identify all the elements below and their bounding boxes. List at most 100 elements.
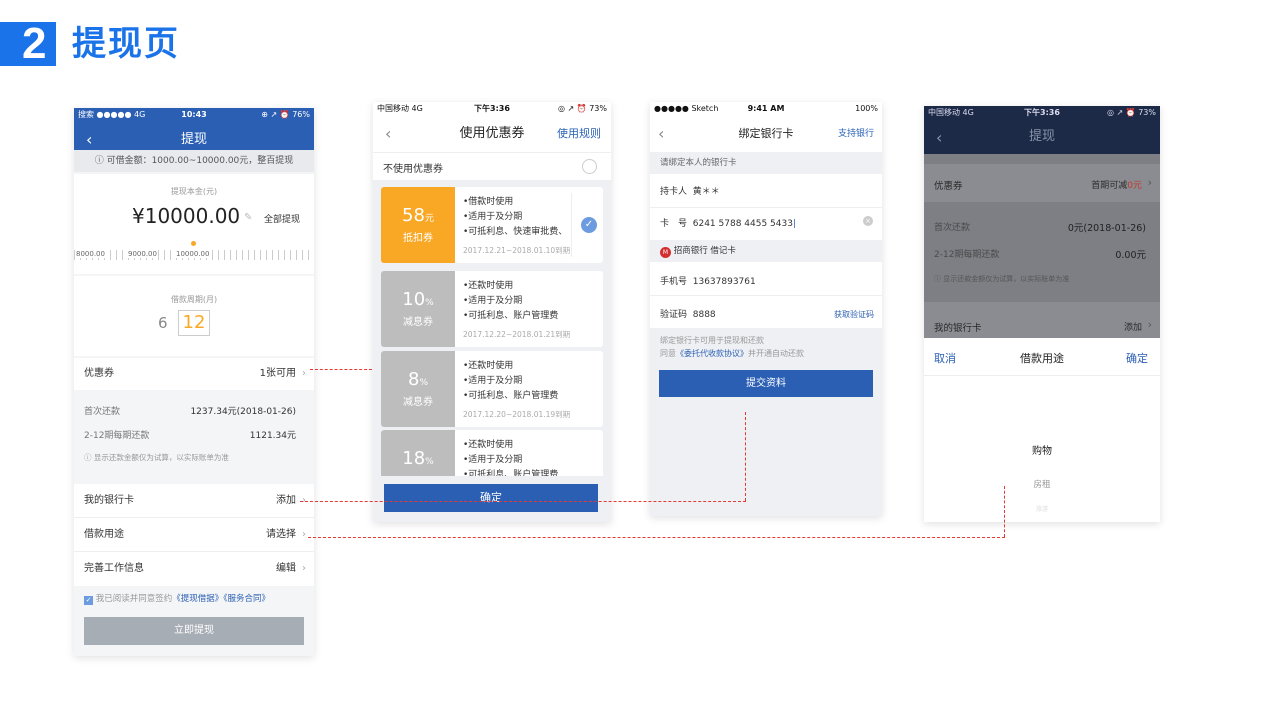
purpose-picker-screen: 中国移动 4G 下午3:36 ◎ ↗ ⏰ 73% ‹ 提现 优惠券 首期可减0元… bbox=[924, 106, 1160, 522]
bank-card-value: 添加 bbox=[276, 495, 296, 506]
phone-row[interactable]: 手机号 13637893761 bbox=[660, 274, 756, 287]
divider bbox=[650, 295, 882, 296]
radio-unchecked-icon[interactable] bbox=[582, 159, 597, 174]
status-time: 9:41 AM bbox=[747, 104, 785, 113]
divider bbox=[571, 193, 572, 257]
coupon-rule: •还款时使用 bbox=[463, 281, 514, 291]
period-section: 借款周期(月) 6 12 bbox=[74, 276, 314, 356]
work-info-value: 编辑 bbox=[276, 563, 296, 574]
supported-banks-link[interactable]: 支持银行 bbox=[838, 116, 874, 152]
code-row[interactable]: 验证码 8888 bbox=[660, 307, 716, 320]
picker-header: 取消 借款用途 确定 bbox=[924, 338, 1160, 376]
coupon-expiry: 2017.12.20~2018.01.19到期 bbox=[463, 410, 571, 419]
coupon-type: 减息券 bbox=[403, 397, 433, 408]
code-input[interactable]: 8888 bbox=[693, 310, 716, 320]
coupon-expiry: 2017.12.22~2018.01.21到期 bbox=[463, 330, 571, 339]
period-selected[interactable]: 12 bbox=[178, 310, 210, 336]
bank-name: 招商银行 借记卡 bbox=[673, 246, 736, 256]
chevron-right-icon: › bbox=[302, 563, 306, 574]
usage-rules-link[interactable]: 使用规则 bbox=[557, 116, 601, 152]
monthly-repay-label: 2-12期每期还款 bbox=[934, 250, 1000, 260]
check-selected-icon[interactable]: ✓ bbox=[581, 217, 597, 233]
phone-label: 手机号 bbox=[660, 277, 688, 287]
chevron-right-icon: › bbox=[302, 368, 306, 379]
edit-icon[interactable]: ✎ bbox=[244, 212, 252, 223]
holder-label: 持卡人 bbox=[660, 187, 688, 197]
coupon-card[interactable]: 18% •还款时使用 •适用于及分期 •可抵利息、账户管理费 bbox=[381, 430, 603, 476]
withdraw-screen: 搜索 ●●●●● 4G 10:43 ⊕ ↗ ⏰ 76% ‹ 提现 ⓘ 可借金额：… bbox=[74, 108, 314, 656]
coupon-rule: •可抵利息、账户管理费 bbox=[463, 391, 559, 401]
divider bbox=[650, 207, 882, 208]
picker-option[interactable]: 旅游 bbox=[924, 504, 1160, 513]
coupon-badge: 18% bbox=[381, 430, 455, 476]
coupon-card[interactable]: 8% 减息券 •还款时使用 •适用于及分期 •可抵利息、账户管理费 2017.1… bbox=[381, 351, 603, 427]
coupon-rule: •可抵利息、账户管理费 bbox=[463, 311, 559, 321]
confirm-coupon-button[interactable]: 确定 bbox=[384, 484, 598, 512]
coupon-unit: 元 bbox=[424, 214, 434, 224]
ruler-tick: 9000.00 bbox=[128, 250, 157, 258]
coupon-badge: 58元 抵扣券 bbox=[381, 187, 455, 263]
status-battery: ⊕ ↗ ⏰ 76% bbox=[261, 110, 310, 119]
coupon-screen: 中国移动 4G 下午3:36 ◎ ↗ ⏰ 73% ‹ 使用优惠券 使用规则 不使… bbox=[373, 102, 611, 522]
card-number-row[interactable]: 卡 号 6241 5788 4455 5433| bbox=[660, 216, 796, 229]
coupon-card[interactable]: 10% 减息券 •还款时使用 •适用于及分期 •可抵利息、账户管理费 2017.… bbox=[381, 271, 603, 347]
submit-withdraw-button[interactable]: 立即提现 bbox=[84, 617, 304, 645]
coupon-label: 优惠券 bbox=[84, 368, 114, 379]
chevron-right-icon: › bbox=[1147, 318, 1152, 331]
amount-value[interactable]: ¥10000.00 bbox=[132, 204, 240, 228]
agreement-link[interactable]: 《委托代收款协议》 bbox=[676, 349, 748, 358]
nav-bar: ‹ 使用优惠券 使用规则 bbox=[373, 116, 611, 152]
purpose-value: 请选择 bbox=[266, 529, 296, 540]
connector-line bbox=[310, 369, 372, 370]
bank-info: M 招商银行 借记卡 bbox=[660, 244, 736, 258]
first-repay-value: 1237.34元(2018-01-26) bbox=[190, 407, 296, 417]
submit-info-button[interactable]: 提交资料 bbox=[659, 370, 873, 397]
bank-card-row[interactable]: 我的银行卡 添加 › bbox=[74, 484, 314, 518]
limit-notice-text: 可借金额：1000.00~10000.00元，整百提现 bbox=[106, 156, 294, 166]
no-coupon-row[interactable]: 不使用优惠券 bbox=[373, 152, 611, 180]
coupon-amount: 8 bbox=[407, 369, 420, 390]
info-icon: ⓘ bbox=[84, 453, 94, 462]
clear-icon[interactable]: × bbox=[863, 216, 873, 226]
period-option[interactable]: 6 bbox=[158, 314, 168, 332]
phone-input[interactable]: 13637893761 bbox=[693, 277, 756, 287]
no-coupon-label: 不使用优惠券 bbox=[383, 164, 443, 175]
get-code-button[interactable]: 获取验证码 bbox=[834, 309, 874, 320]
coupon-card[interactable]: 58元 抵扣券 •借款时使用 •适用于及分期 •可抵利息、快速审批费、 2017… bbox=[381, 187, 603, 263]
monthly-repay-label: 2-12期每期还款 bbox=[84, 431, 150, 441]
coupon-rules: •借款时使用 •适用于及分期 •可抵利息、快速审批费、 bbox=[463, 195, 567, 240]
coupon-rules: •还款时使用 •适用于及分期 •可抵利息、账户管理费 bbox=[463, 438, 558, 476]
withdraw-all-button[interactable]: 全部提现 bbox=[264, 212, 300, 225]
amount-section: 提现本金(元) ¥10000.00 ✎ 全部提现 8000.00 9000.00… bbox=[74, 174, 314, 274]
coupon-rule: •适用于及分期 bbox=[463, 212, 523, 222]
coupon-rule: •可抵利息、账户管理费 bbox=[463, 470, 559, 476]
coupon-rule: •还款时使用 bbox=[463, 440, 514, 450]
estimate-note-text: 显示还款金额仅为试算，以实际账单为准 bbox=[93, 453, 229, 462]
checkbox-checked-icon[interactable]: ✓ bbox=[84, 596, 93, 605]
bind-notes: 绑定银行卡可用于提现和还款 同意《委托代收款协议》并开通自动还款 bbox=[660, 334, 804, 360]
agreement-link[interactable]: 《提现借据》 bbox=[172, 594, 223, 604]
ruler-tick: 10000.00 bbox=[176, 250, 210, 258]
work-info-label: 完善工作信息 bbox=[84, 563, 144, 574]
estimate-note: ⓘ 显示还款金额仅为试算，以实际账单为准 bbox=[934, 274, 1069, 284]
monthly-repay-value: 1121.34元 bbox=[249, 431, 296, 441]
bind-note: 绑定银行卡可用于提现和还款 bbox=[660, 336, 764, 345]
purpose-row[interactable]: 借款用途 请选择 › bbox=[74, 518, 314, 552]
card-number-input[interactable]: 6241 5788 4455 5433 bbox=[693, 219, 793, 229]
coupon-rule: •适用于及分期 bbox=[463, 376, 523, 386]
holder-value: 黄＊＊ bbox=[692, 187, 720, 197]
agreement-link[interactable]: 《服务合同》 bbox=[223, 594, 270, 604]
ruler-indicator bbox=[191, 241, 196, 246]
status-bar: 搜索 ●●●●● 4G 10:43 ⊕ ↗ ⏰ 76% bbox=[74, 108, 314, 122]
picker-option-selected[interactable]: 购物 bbox=[924, 442, 1160, 457]
status-bar: 中国移动 4G 下午3:36 ◎ ↗ ⏰ 73% bbox=[924, 106, 1160, 120]
picker-option[interactable]: 房租 bbox=[924, 478, 1160, 490]
period-label: 借款周期(月) bbox=[170, 295, 218, 304]
picker-confirm-button[interactable]: 确定 bbox=[1126, 350, 1148, 366]
coupon-value: 1张可用 bbox=[259, 368, 296, 379]
work-info-row[interactable]: 完善工作信息 编辑 › bbox=[74, 552, 314, 586]
chevron-right-icon: › bbox=[302, 529, 306, 540]
coupon-row[interactable]: 优惠券 1张可用 › bbox=[74, 358, 314, 390]
bank-logo-icon: M bbox=[660, 247, 671, 258]
page-title: 提现页 bbox=[72, 24, 180, 64]
